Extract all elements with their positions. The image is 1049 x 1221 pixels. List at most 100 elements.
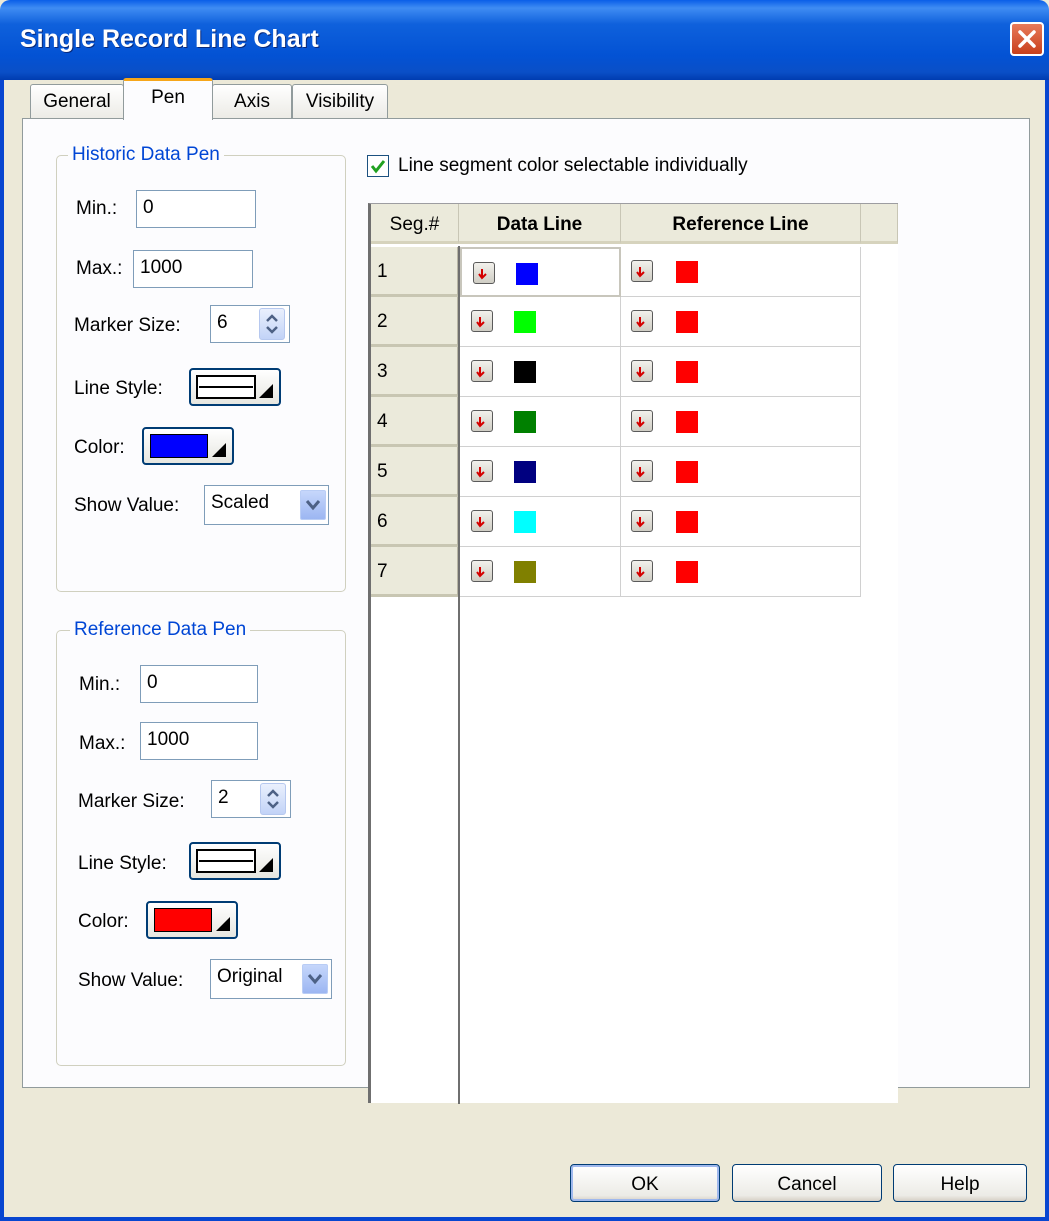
tab-axis[interactable]: Axis — [212, 84, 292, 118]
color-dropdown-icon[interactable] — [631, 460, 653, 482]
color-dropdown-icon[interactable] — [631, 360, 653, 382]
historic-min-input[interactable]: 0 — [136, 190, 256, 228]
color-dropdown-icon[interactable] — [471, 360, 493, 382]
segment-color-checkbox[interactable] — [367, 155, 389, 177]
checkmark-icon — [370, 160, 386, 174]
reference-line-cell[interactable] — [621, 247, 861, 297]
reference-min-input[interactable]: 0 — [140, 665, 258, 703]
color-dropdown-icon[interactable] — [473, 262, 495, 284]
data-line-color-swatch — [514, 511, 536, 533]
cancel-button[interactable]: Cancel — [732, 1164, 882, 1202]
data-line-color-swatch — [514, 461, 536, 483]
grid-row-header: 3 — [371, 347, 458, 397]
historic-max-input[interactable]: 1000 — [133, 250, 253, 288]
window-frame-left — [0, 80, 4, 1221]
data-line-color-swatch — [514, 561, 536, 583]
dropdown-arrow-icon — [305, 500, 321, 511]
data-line-color-swatch — [514, 361, 536, 383]
grid-header-filler — [861, 204, 898, 244]
reference-line-cell[interactable] — [621, 397, 861, 447]
reference-min-label: Min.: — [79, 674, 121, 695]
reference-line-color-swatch — [676, 361, 698, 383]
color-dropdown-icon[interactable] — [631, 410, 653, 432]
color-dropdown-icon[interactable] — [471, 460, 493, 482]
reference-line-color-swatch — [676, 311, 698, 333]
reference-max-input[interactable]: 1000 — [140, 722, 258, 760]
data-line-color-swatch — [516, 263, 538, 285]
data-line-cell[interactable] — [460, 547, 621, 597]
reference-line-color-swatch — [676, 261, 698, 283]
help-button[interactable]: Help — [893, 1164, 1027, 1202]
reference-line-color-swatch — [676, 461, 698, 483]
color-dropdown-icon[interactable] — [631, 310, 653, 332]
historic-show-value-dropdown[interactable] — [300, 490, 326, 520]
data-line-cell[interactable] — [460, 447, 621, 497]
reference-color-button[interactable] — [146, 901, 238, 939]
historic-marker-size-spinner[interactable] — [259, 308, 285, 340]
historic-marker-size-label: Marker Size: — [74, 315, 181, 336]
data-line-cell[interactable] — [460, 397, 621, 447]
ok-button[interactable]: OK — [570, 1164, 720, 1202]
reference-line-cell[interactable] — [621, 497, 861, 547]
segment-color-checkbox-label[interactable]: Line segment color selectable individual… — [398, 155, 748, 177]
reference-color-label: Color: — [78, 911, 129, 932]
data-line-cell[interactable] — [460, 497, 621, 547]
tab-pen[interactable]: Pen — [123, 78, 213, 120]
data-line-color-swatch — [514, 311, 536, 333]
tab-visibility[interactable]: Visibility — [292, 84, 388, 118]
reference-line-cell[interactable] — [621, 347, 861, 397]
grid-row-header: 5 — [371, 447, 458, 497]
dropdown-arrow-icon — [307, 974, 323, 985]
reference-line-cell[interactable] — [621, 447, 861, 497]
reference-show-value-label: Show Value: — [78, 970, 184, 991]
reference-marker-size-label: Marker Size: — [78, 791, 185, 812]
spinner-arrows-icon — [266, 314, 278, 334]
historic-show-value-label: Show Value: — [74, 495, 180, 516]
data-line-color-swatch — [514, 411, 536, 433]
historic-color-button[interactable] — [142, 427, 234, 465]
color-picker-icon — [212, 443, 226, 457]
reference-line-cell[interactable] — [621, 297, 861, 347]
historic-max-label: Max.: — [76, 258, 123, 279]
color-dropdown-icon[interactable] — [631, 260, 653, 282]
tab-general[interactable]: General — [30, 84, 124, 118]
window-title: Single Record Line Chart — [20, 25, 319, 53]
grid-header-seg: Seg.# — [371, 204, 459, 244]
color-dropdown-icon[interactable] — [631, 510, 653, 532]
color-dropdown-icon[interactable] — [471, 560, 493, 582]
historic-line-style-button[interactable] — [189, 368, 281, 406]
reference-marker-size-spinner[interactable] — [260, 783, 286, 815]
segment-grid: Seg.# Data Line Reference Line 1234567 — [368, 203, 898, 1104]
data-line-cell[interactable] — [460, 347, 621, 397]
data-line-cell[interactable] — [460, 297, 621, 347]
reference-color-swatch — [154, 908, 212, 932]
line-style-icon — [196, 375, 273, 399]
window-frame-bottom — [0, 1217, 1049, 1221]
reference-pen-legend: Reference Data Pen — [70, 619, 251, 641]
grid-row-header: 4 — [371, 397, 458, 447]
grid-header-reference-line: Reference Line — [621, 204, 861, 244]
reference-line-color-swatch — [676, 511, 698, 533]
reference-line-style-label: Line Style: — [78, 853, 167, 874]
reference-line-cell[interactable] — [621, 547, 861, 597]
close-icon — [1018, 30, 1036, 48]
grid-header-data-line: Data Line — [459, 204, 621, 244]
color-dropdown-icon[interactable] — [631, 560, 653, 582]
window-frame-right — [1045, 80, 1049, 1221]
reference-line-style-button[interactable] — [189, 842, 281, 880]
reference-show-value-dropdown[interactable] — [302, 964, 328, 994]
color-dropdown-icon[interactable] — [471, 310, 493, 332]
reference-line-color-swatch — [676, 411, 698, 433]
color-dropdown-icon[interactable] — [471, 510, 493, 532]
historic-color-swatch — [150, 434, 208, 458]
close-button[interactable] — [1010, 22, 1044, 56]
grid-row-header: 1 — [371, 247, 458, 297]
grid-row-header: 2 — [371, 297, 458, 347]
color-picker-icon — [216, 917, 230, 931]
color-dropdown-icon[interactable] — [471, 410, 493, 432]
historic-color-label: Color: — [74, 437, 125, 458]
data-line-cell[interactable] — [460, 247, 621, 297]
line-style-icon — [196, 849, 273, 873]
historic-pen-legend: Historic Data Pen — [68, 144, 224, 166]
grid-row-header: 6 — [371, 497, 458, 547]
